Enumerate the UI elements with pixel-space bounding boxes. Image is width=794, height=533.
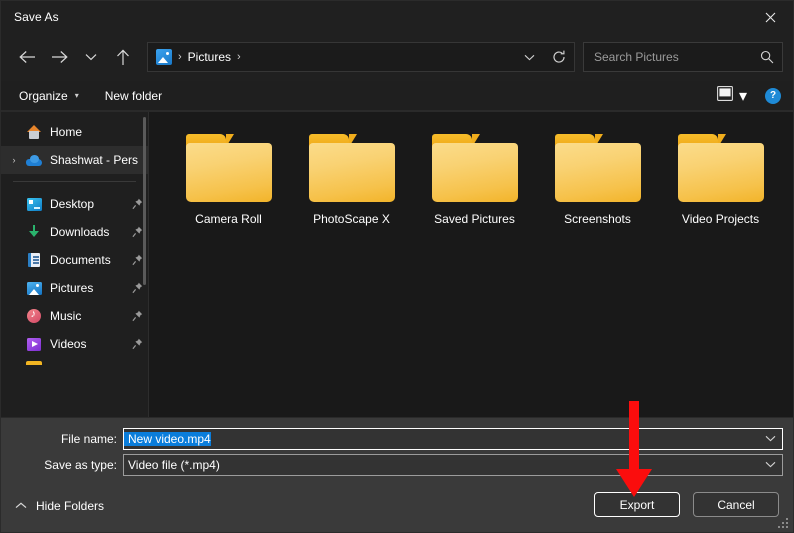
navigation-pane: Home › Shashwat - Pers Desktop Downloads… xyxy=(1,112,149,417)
file-name-dropdown-icon[interactable] xyxy=(765,429,776,449)
search-input[interactable]: Search Pictures xyxy=(594,50,760,64)
folder-icon xyxy=(431,134,518,202)
sidebar-item-partial[interactable] xyxy=(1,358,148,368)
forward-button[interactable] xyxy=(43,41,75,73)
dialog-buttons: Export Cancel xyxy=(594,492,779,517)
window-title: Save As xyxy=(14,10,59,24)
back-button[interactable] xyxy=(11,41,43,73)
new-folder-button[interactable]: New folder xyxy=(99,86,168,106)
sidebar-item-pictures[interactable]: Pictures xyxy=(1,274,148,302)
new-folder-label: New folder xyxy=(104,88,163,103)
export-button[interactable]: Export xyxy=(594,492,680,517)
breadcrumb-separator-2[interactable]: › xyxy=(231,51,247,63)
sidebar-item-music[interactable]: Music xyxy=(1,302,148,330)
help-button[interactable]: ? xyxy=(765,87,781,104)
cancel-button[interactable]: Cancel xyxy=(693,492,779,517)
sidebar-item-label: Downloads xyxy=(50,225,110,239)
desktop-icon xyxy=(25,196,43,212)
close-button[interactable] xyxy=(747,1,793,33)
folder-icon xyxy=(308,134,395,202)
save-as-type-dropdown-icon[interactable] xyxy=(765,455,776,475)
sidebar-item-videos[interactable]: Videos xyxy=(1,330,148,358)
search-box[interactable]: Search Pictures xyxy=(583,42,783,72)
pin-icon[interactable] xyxy=(126,310,148,322)
folder-label: PhotoScape X xyxy=(313,212,390,226)
file-name-row: File name: New video.mp4 xyxy=(1,427,793,450)
sidebar-item-label: Music xyxy=(50,309,82,323)
folder-item-photoscape-x[interactable]: PhotoScape X xyxy=(290,128,413,226)
organize-button[interactable]: Organize ▾ xyxy=(13,86,85,106)
folder-item-saved-pictures[interactable]: Saved Pictures xyxy=(413,128,536,226)
view-layout-icon xyxy=(717,85,733,106)
save-as-type-row: Save as type: Video file (*.mp4) xyxy=(1,453,793,476)
folder-icon xyxy=(25,358,43,368)
sidebar-item-home[interactable]: Home xyxy=(1,118,148,146)
sidebar-item-label: Shashwat - Pers xyxy=(50,153,139,167)
onedrive-icon xyxy=(25,152,43,168)
folder-item-camera-roll[interactable]: Camera Roll xyxy=(167,128,290,226)
music-icon xyxy=(25,308,43,324)
sidebar-item-label: Desktop xyxy=(50,197,95,211)
folder-item-video-projects[interactable]: Video Projects xyxy=(659,128,782,226)
save-as-type-select[interactable]: Video file (*.mp4) xyxy=(123,453,783,476)
folder-icon xyxy=(677,134,764,202)
sidebar-divider xyxy=(13,181,136,182)
sidebar-item-label: Documents xyxy=(50,253,111,267)
refresh-button[interactable] xyxy=(544,43,574,71)
hide-folders-button[interactable]: Hide Folders xyxy=(15,499,104,513)
navigation-bar: › Pictures › Search Pictures xyxy=(1,33,793,81)
dialog-body: Home › Shashwat - Pers Desktop Downloads… xyxy=(1,111,793,417)
sidebar-item-onedrive[interactable]: › Shashwat - Pers xyxy=(1,146,148,174)
breadcrumb-separator-1: › xyxy=(178,50,182,63)
title-bar: Save As xyxy=(1,1,793,33)
recent-locations-button[interactable] xyxy=(75,41,107,73)
folder-grid: Camera Roll PhotoScape X Saved Pictures xyxy=(149,128,793,226)
folder-label: Saved Pictures xyxy=(434,212,515,226)
search-icon xyxy=(760,50,774,64)
save-as-type-value: Video file (*.mp4) xyxy=(128,457,220,472)
home-icon xyxy=(25,124,43,140)
sidebar-item-desktop[interactable]: Desktop xyxy=(1,190,148,218)
file-list-view[interactable]: Camera Roll PhotoScape X Saved Pictures xyxy=(149,112,793,417)
pictures-icon xyxy=(25,280,43,296)
file-name-input[interactable]: New video.mp4 xyxy=(123,427,783,450)
file-name-value: New video.mp4 xyxy=(124,431,211,446)
address-bar[interactable]: › Pictures › xyxy=(147,42,575,72)
file-name-label: File name: xyxy=(60,431,117,446)
pictures-icon xyxy=(156,49,172,65)
folder-label: Camera Roll xyxy=(195,212,262,226)
folder-label: Video Projects xyxy=(681,212,760,226)
pin-icon[interactable] xyxy=(126,338,148,350)
sidebar-item-documents[interactable]: Documents xyxy=(1,246,148,274)
folder-item-screenshots[interactable]: Screenshots xyxy=(536,128,659,226)
hide-folders-label: Hide Folders xyxy=(36,499,105,513)
videos-icon xyxy=(25,336,43,352)
sidebar-item-label: Videos xyxy=(50,337,87,351)
view-options-button[interactable]: ▾ xyxy=(713,84,751,108)
view-chevron-down-icon: ▾ xyxy=(738,87,747,105)
sidebar-item-label: Home xyxy=(50,125,83,139)
chevron-down-icon: ▾ xyxy=(74,91,79,100)
organize-label: Organize xyxy=(19,88,68,103)
folder-label: Screenshots xyxy=(564,212,631,226)
up-button[interactable] xyxy=(107,41,139,73)
breadcrumb-item-pictures[interactable]: Pictures xyxy=(188,50,231,64)
sidebar-scrollbar[interactable] xyxy=(143,117,146,285)
save-as-type-label: Save as type: xyxy=(44,457,117,472)
chevron-right-icon[interactable]: › xyxy=(3,155,25,165)
address-dropdown-button[interactable] xyxy=(514,43,544,71)
save-as-dialog: Save As › Pictures › Search Pictures Org… xyxy=(0,0,794,533)
command-bar: Organize ▾ New folder ▾ ? xyxy=(1,81,793,111)
chevron-up-icon xyxy=(15,501,27,511)
sidebar-item-label: Pictures xyxy=(50,281,94,295)
documents-icon xyxy=(25,252,43,268)
downloads-icon xyxy=(25,224,43,240)
folder-icon xyxy=(554,134,641,202)
dialog-footer: File name: New video.mp4 Save as type: V… xyxy=(1,417,793,532)
folder-icon xyxy=(185,134,272,202)
resize-grip[interactable] xyxy=(778,518,789,529)
sidebar-item-downloads[interactable]: Downloads xyxy=(1,218,148,246)
